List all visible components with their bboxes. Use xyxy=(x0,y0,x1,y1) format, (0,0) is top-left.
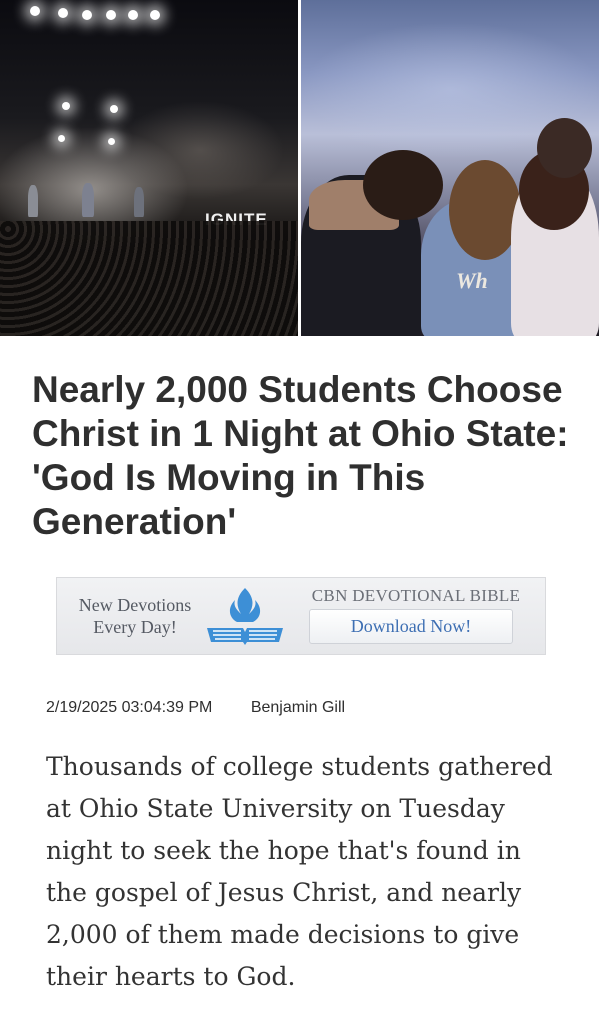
article-date: 2/19/2025 03:04:39 PM xyxy=(46,699,213,716)
download-now-button[interactable]: Download Now! xyxy=(309,609,513,644)
ad-tagline-line2: Every Day! xyxy=(93,617,177,637)
ad-tagline-line1: New Devotions xyxy=(78,595,192,615)
ad-title: CBN DEVOTIONAL BIBLE xyxy=(311,586,521,605)
worship-concert-photo: IGNITE xyxy=(0,0,298,336)
devotional-bible-ad[interactable]: New Devotions Every Day! CBN DEVOTIONAL … xyxy=(56,577,546,655)
ad-tagline: New Devotions Every Day! xyxy=(57,594,213,638)
article-body: Thousands of college students gathered a… xyxy=(46,752,553,991)
article-headline: Nearly 2,000 Students Choose Christ in 1… xyxy=(32,369,569,542)
flame-bible-icon xyxy=(207,588,283,645)
jacket-text: Wh xyxy=(456,268,488,293)
article-meta: 2/19/2025 03:04:39 PM Benjamin Gill xyxy=(46,699,345,717)
article-author[interactable]: Benjamin Gill xyxy=(251,699,345,716)
students-praying-photo xyxy=(301,0,599,336)
hero-image: IGNITE Wh xyxy=(0,0,599,336)
